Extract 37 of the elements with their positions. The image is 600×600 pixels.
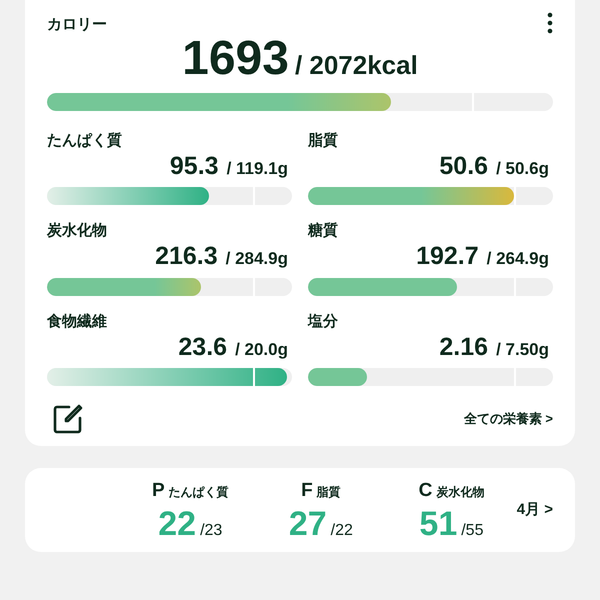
- nutrient-label: 食物繊維: [47, 312, 108, 332]
- more-icon[interactable]: [547, 12, 553, 34]
- nutrient-value: 23.6: [178, 332, 228, 362]
- pfc-value: 22: [158, 505, 196, 544]
- nutrient-value: 192.7: [416, 241, 479, 271]
- edit-icon[interactable]: [53, 404, 83, 434]
- nutrient-target: / 264.9g: [486, 248, 549, 270]
- nutrient-target: / 284.9g: [226, 248, 288, 270]
- nutrient-target: / 7.50g: [496, 338, 549, 361]
- pfc-label: 炭水化物: [436, 484, 484, 501]
- pfc-letter: P: [152, 478, 165, 503]
- nutrient-value: 2.16: [439, 332, 488, 362]
- month-link[interactable]: 4月 >: [516, 498, 554, 522]
- calorie-target: / 2072kcal: [294, 48, 418, 82]
- calorie-label: カロリー: [47, 15, 107, 35]
- pfc-target: /22: [330, 521, 353, 542]
- pfc-letter: F: [301, 478, 313, 503]
- nutrient-label: 糖質: [308, 221, 339, 241]
- nutrient-label: 脂質: [308, 130, 339, 150]
- pfc-letter: C: [418, 478, 432, 503]
- calorie-value: 1693: [182, 30, 289, 86]
- pfc-target: /55: [461, 521, 484, 542]
- nutrient-label: たんぱく質: [47, 130, 123, 150]
- nutrient-target: / 119.1g: [226, 158, 288, 180]
- nutrient-target: / 50.6g: [496, 158, 549, 180]
- nutrient-label: 炭水化物: [47, 221, 108, 241]
- nutrient-value: 95.3: [170, 150, 219, 180]
- all-nutrients-link[interactable]: 全ての栄養素 >: [464, 408, 553, 428]
- nutrient-label: 塩分: [308, 312, 339, 332]
- pfc-value: 27: [288, 505, 327, 544]
- nutrient-value: 216.3: [155, 241, 218, 271]
- pfc-target: /23: [200, 521, 222, 542]
- pfc-label: 脂質: [316, 484, 341, 501]
- pfc-label: たんぱく質: [168, 484, 229, 501]
- nutrient-target: / 20.0g: [235, 338, 288, 361]
- nutrient-value: 50.6: [439, 150, 488, 180]
- pfc-value: 51: [419, 505, 458, 544]
